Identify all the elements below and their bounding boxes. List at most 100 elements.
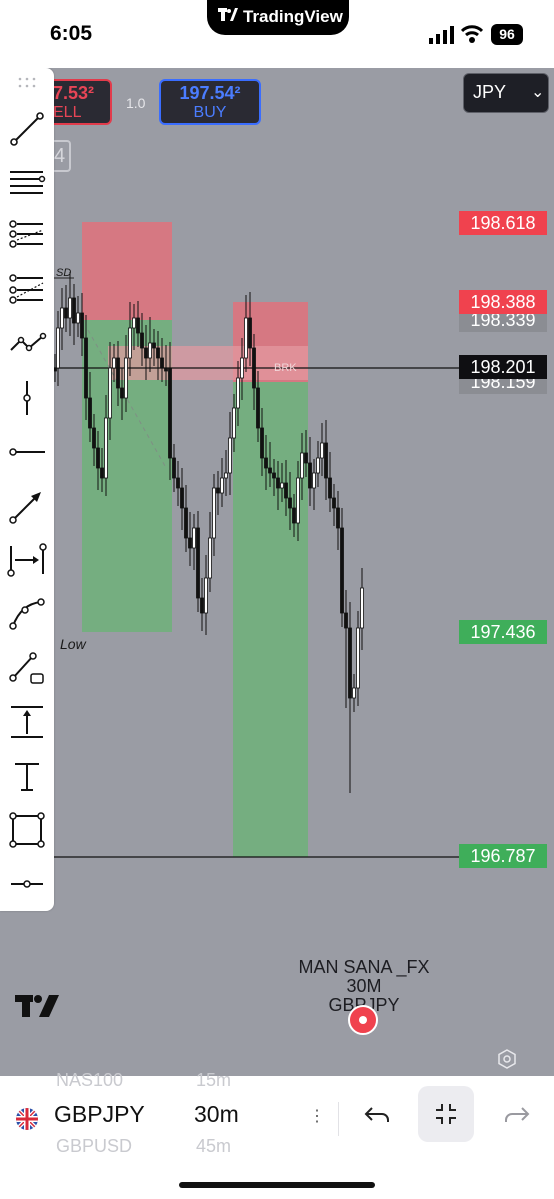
candle-body — [168, 367, 172, 459]
candle-body — [224, 472, 228, 479]
candle-body — [60, 307, 64, 329]
candle-body — [176, 477, 180, 489]
fib-retracement-icon[interactable] — [7, 270, 47, 310]
interval-picker[interactable]: 30m — [194, 1101, 239, 1128]
currency-select[interactable]: JPY ⌄ — [463, 73, 549, 113]
candle-body — [84, 337, 88, 399]
more-dots-icon[interactable]: ⋮ — [309, 1106, 325, 1126]
redo-icon[interactable] — [500, 1098, 532, 1130]
candle-body — [152, 342, 156, 349]
price-label-198201: 198.201 — [459, 355, 547, 379]
undo-icon[interactable] — [362, 1098, 394, 1130]
wifi-icon — [461, 25, 483, 43]
candle-body — [92, 427, 96, 449]
candle-body — [88, 397, 92, 429]
candle-body — [264, 457, 268, 469]
ghost-interval-below: 45m — [196, 1136, 232, 1156]
horizontal-ray-icon[interactable] — [7, 432, 47, 472]
collapse-fullscreen-button[interactable] — [418, 1086, 474, 1142]
record-button[interactable] — [348, 1005, 378, 1035]
price-label-197436: 197.436 — [459, 620, 547, 644]
candle-body — [196, 527, 200, 599]
price-label-196787: 196.787 — [459, 844, 547, 868]
candle-body — [236, 377, 240, 409]
candle-body — [240, 357, 244, 379]
candle-body — [312, 472, 316, 489]
long-position-icon[interactable] — [7, 648, 47, 688]
candle-body — [192, 527, 196, 549]
curve-icon[interactable] — [7, 594, 47, 634]
candle-body — [184, 507, 188, 539]
buy-button[interactable]: 197.54² BUY — [159, 79, 261, 125]
candle-body — [204, 577, 208, 614]
candle-body — [268, 467, 272, 474]
watermark-line2: 30M — [346, 976, 382, 996]
price-label-198388: 198.388 — [459, 290, 547, 314]
drag-handle-icon[interactable] — [7, 72, 47, 96]
candle-body — [56, 327, 60, 369]
candle-body — [324, 442, 328, 479]
sell-button[interactable]: 7.53² ELL — [53, 79, 112, 125]
horizontal-line-icon[interactable] — [7, 864, 47, 904]
ghost-interval-above: 15m — [196, 1070, 232, 1090]
candle-body — [296, 477, 300, 524]
record-dot-icon — [359, 1016, 367, 1024]
candle-body — [292, 507, 296, 524]
candle-body — [232, 407, 236, 439]
uk-flag-icon — [16, 1108, 38, 1130]
candle-body — [120, 387, 124, 399]
candle-body — [352, 687, 356, 699]
candle-body — [116, 357, 120, 389]
chevron-down-icon: ⌄ — [531, 84, 545, 101]
chart-area[interactable]: BRK SD Low 7.53² ELL 1.0 197.54² BUY 4 J… — [0, 68, 554, 1076]
candle-body — [140, 332, 144, 349]
bottom-bar: NAS100 15m GBPJPY 30m ⋮ GBPUSD 45m — [0, 1070, 554, 1199]
candle-body — [188, 537, 192, 549]
candle-body — [316, 457, 320, 474]
rectangle-icon[interactable] — [7, 810, 47, 850]
low-label: Low — [60, 636, 87, 652]
candle-body — [300, 452, 304, 479]
candle-body — [104, 417, 108, 479]
candle-body — [180, 487, 184, 509]
candle-body — [336, 507, 340, 529]
candle-body — [208, 537, 212, 579]
candle-body — [344, 612, 348, 629]
text-icon[interactable] — [7, 756, 47, 796]
risk-zone-left — [82, 222, 172, 320]
candle-body — [160, 357, 164, 369]
candle-body — [124, 357, 128, 399]
date-range-icon[interactable] — [7, 540, 47, 580]
cellular-signal-icon — [429, 26, 454, 44]
tradingview-logo-icon — [218, 8, 238, 25]
vertical-line-icon[interactable] — [7, 378, 47, 418]
candle-body — [212, 487, 216, 539]
candle-body — [220, 477, 224, 494]
sell-label: ELL — [53, 104, 82, 121]
horizontal-lines-icon[interactable] — [7, 164, 47, 204]
collapse-icon — [436, 1104, 456, 1124]
ghost-symbol-below: GBPUSD — [56, 1136, 133, 1156]
candle-body — [80, 312, 84, 339]
price-label-198618: 198.618 — [459, 211, 547, 235]
candle-body — [144, 347, 148, 359]
tradingview-logo-icon — [15, 995, 59, 1017]
divider — [338, 1102, 339, 1136]
candle-body — [304, 452, 308, 464]
candle-body — [360, 587, 364, 629]
candle-body — [244, 317, 248, 359]
candle-body — [252, 347, 256, 389]
candle-body — [68, 297, 72, 319]
arrow-icon[interactable] — [7, 486, 47, 526]
candle-body — [172, 457, 176, 479]
symbol-picker[interactable]: GBPJPY — [54, 1101, 145, 1128]
ghost-symbol-above: NAS100 — [56, 1070, 124, 1090]
candle-body — [248, 317, 252, 349]
price-range-icon[interactable] — [7, 702, 47, 742]
trend-line-icon[interactable] — [7, 109, 47, 149]
polyline-icon[interactable] — [7, 324, 47, 364]
pitchfork-icon[interactable] — [7, 216, 47, 256]
candle-body — [320, 442, 324, 459]
home-indicator — [179, 1182, 375, 1188]
settings-hex-icon[interactable] — [496, 1048, 518, 1070]
